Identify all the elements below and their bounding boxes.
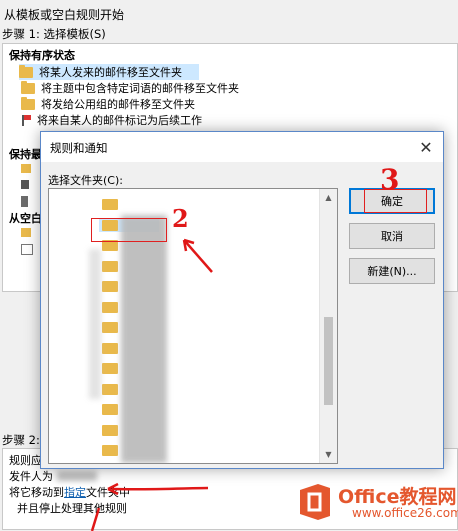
watermark: Office教程网 www.office26.com [296,480,458,531]
watermark-title: Office教程网 [338,486,457,508]
watermark-url: www.office26.com [352,506,458,520]
annotation-arrows [90,238,213,531]
arrow-to-folder-number [183,239,213,273]
arrow-stroke-bottom [90,507,101,531]
arrow-to-specified-link [111,486,209,491]
office-logo-icon [300,484,330,520]
